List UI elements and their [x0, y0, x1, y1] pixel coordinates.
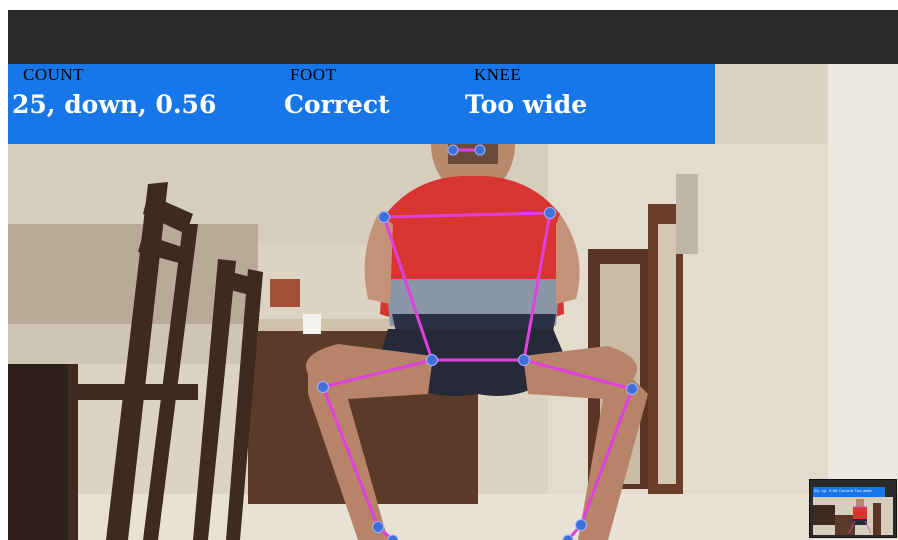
foot-value: Correct	[284, 90, 390, 119]
pip-status-text: 25, up, 0.56 Correct Too wide	[814, 488, 872, 493]
status-panel: COUNT FOOT KNEE 25, down, 0.56 Correct T…	[8, 64, 715, 144]
knee-label: KNEE	[474, 65, 522, 84]
pip-preview-thumbnail[interactable]: 25, up, 0.56 Correct Too wide	[809, 479, 897, 538]
count-label: COUNT	[23, 65, 85, 84]
title-bar	[8, 10, 898, 64]
pip-camera-view	[813, 497, 893, 535]
count-value: 25, down, 0.56	[12, 90, 217, 119]
camera-feed: COUNT FOOT KNEE 25, down, 0.56 Correct T…	[8, 64, 898, 540]
foot-label: FOOT	[290, 65, 337, 84]
pose-tracker-window: COUNT FOOT KNEE 25, down, 0.56 Correct T…	[0, 0, 898, 540]
knee-value: Too wide	[465, 90, 588, 119]
